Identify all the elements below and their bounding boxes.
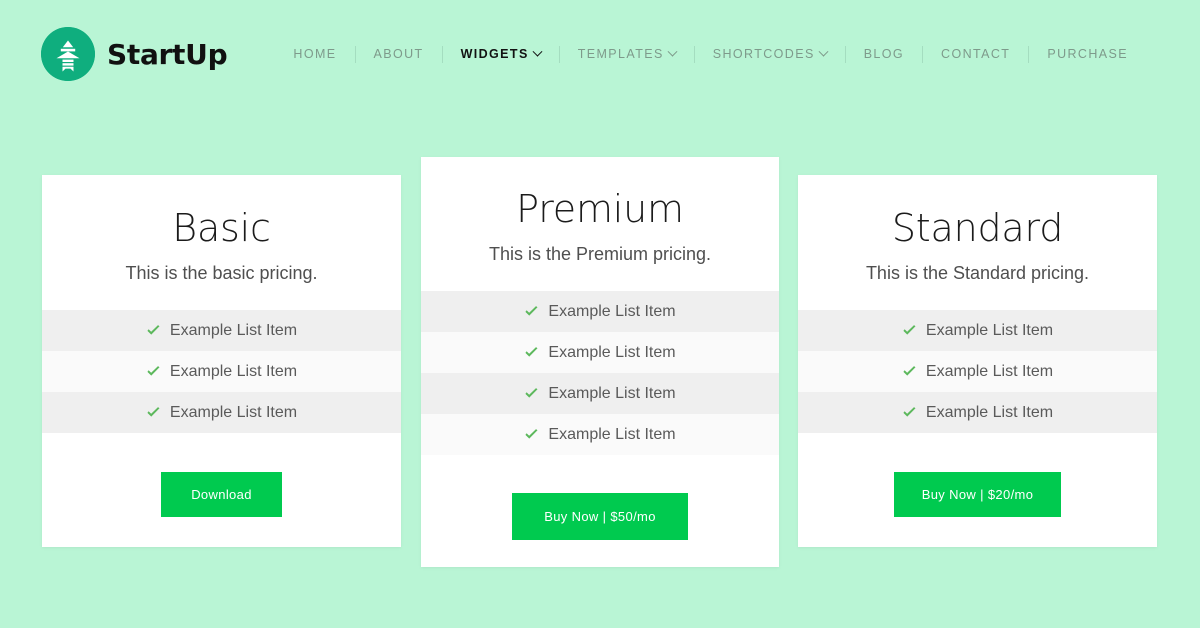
list-item-label: Example List Item xyxy=(548,302,676,320)
pricing-card-subtitle: This is the Standard pricing. xyxy=(865,262,1090,283)
check-icon xyxy=(903,407,916,418)
list-item: Example List Item xyxy=(421,373,779,415)
download-button[interactable]: Download xyxy=(161,472,282,518)
pricing-card-subtitle: This is the basic pricing. xyxy=(125,262,318,283)
list-item: Example List Item xyxy=(421,332,779,374)
list-item-label: Example List Item xyxy=(169,321,298,339)
pricing-card-title: Premium xyxy=(516,187,684,231)
list-item: Example List Item xyxy=(798,310,1157,352)
list-item: Example List Item xyxy=(798,351,1157,393)
list-item: Example List Item xyxy=(798,392,1157,434)
pricing-card-footer: Buy Now | $50/mo xyxy=(421,455,779,541)
buy-now-button-standard[interactable]: Buy Now | $20/mo xyxy=(893,472,1062,518)
list-item-label: Example List Item xyxy=(169,362,298,380)
pricing-card-basic: Basic This is the basic pricing. Example… xyxy=(42,175,401,547)
check-icon xyxy=(147,325,160,336)
list-item-label: Example List Item xyxy=(169,403,298,421)
check-icon xyxy=(903,366,916,377)
list-item-label: Example List Item xyxy=(548,425,676,443)
pricing-card-subtitle: This is the Premium pricing. xyxy=(488,243,712,264)
check-icon xyxy=(525,429,538,440)
feature-list: Example List Item Example List Item Exam… xyxy=(42,310,401,434)
check-icon xyxy=(147,407,160,418)
pricing-card-footer: Buy Now | $20/mo xyxy=(798,433,1157,518)
pricing-card-header: Standard This is the Standard pricing. xyxy=(798,175,1157,310)
list-item: Example List Item xyxy=(42,392,401,434)
list-item: Example List Item xyxy=(421,414,779,456)
buy-now-button-premium[interactable]: Buy Now | $50/mo xyxy=(512,493,688,541)
pricing-card-title: Standard xyxy=(891,206,1064,250)
pricing-tables: Basic This is the basic pricing. Example… xyxy=(0,0,1200,628)
list-item: Example List Item xyxy=(42,351,401,393)
list-item-label: Example List Item xyxy=(548,343,676,361)
list-item: Example List Item xyxy=(42,310,401,352)
check-icon xyxy=(903,325,916,336)
check-icon xyxy=(525,388,538,399)
feature-list: Example List Item Example List Item Exam… xyxy=(798,310,1157,434)
list-item-label: Example List Item xyxy=(925,362,1054,380)
pricing-card-title: Basic xyxy=(172,206,271,250)
pricing-card-footer: Download xyxy=(42,433,401,518)
feature-list: Example List Item Example List Item Exam… xyxy=(421,291,779,456)
list-item-label: Example List Item xyxy=(925,321,1054,339)
list-item: Example List Item xyxy=(421,291,779,333)
check-icon xyxy=(147,366,160,377)
pricing-card-header: Basic This is the basic pricing. xyxy=(42,175,401,310)
pricing-card-header: Premium This is the Premium pricing. xyxy=(421,157,779,291)
pricing-card-standard: Standard This is the Standard pricing. E… xyxy=(798,175,1157,547)
list-item-label: Example List Item xyxy=(548,384,676,402)
check-icon xyxy=(525,306,538,317)
check-icon xyxy=(525,347,538,358)
pricing-card-premium: Premium This is the Premium pricing. Exa… xyxy=(421,157,779,567)
list-item-label: Example List Item xyxy=(925,403,1054,421)
